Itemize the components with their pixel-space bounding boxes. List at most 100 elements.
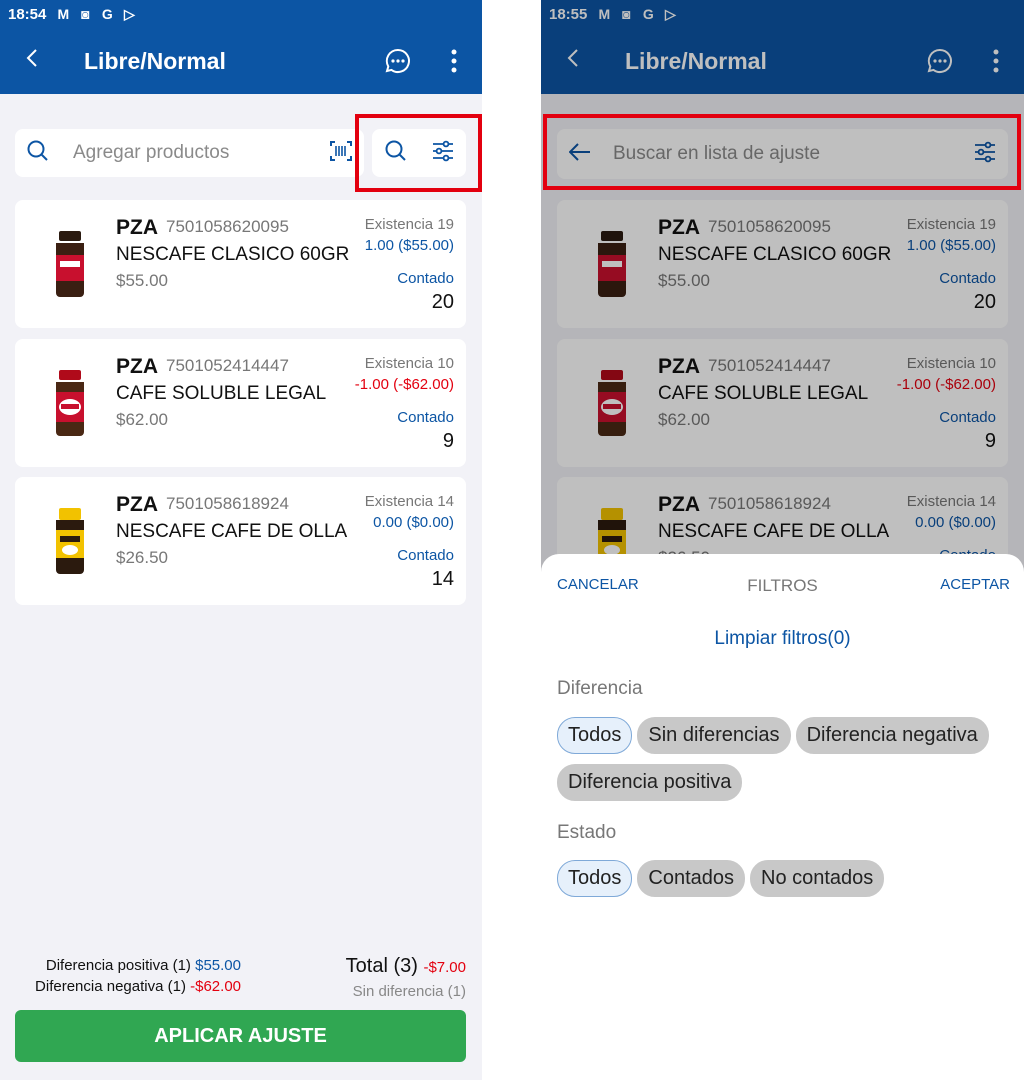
product-difference: 1.00 ($55.00) xyxy=(906,237,996,254)
accept-button[interactable]: ACEPTAR xyxy=(940,576,1010,593)
product-difference: 0.00 ($0.00) xyxy=(915,514,996,531)
chip-no-diff[interactable]: Sin diferencias xyxy=(637,717,791,754)
counted-label: Contado xyxy=(397,270,454,287)
product-name: CAFE SOLUBLE LEGAL xyxy=(116,383,327,404)
chip-diff-all[interactable]: Todos xyxy=(557,717,633,754)
product-stock: Existencia 10 xyxy=(364,355,454,372)
app-a-icon: ◙ xyxy=(81,5,90,22)
screen-list: 18:54 M ◙ G ▷ Libre/Normal Agregar produ… xyxy=(0,0,482,1080)
search-icon xyxy=(27,140,49,167)
product-price: $55.00 xyxy=(658,271,710,290)
negative-diff-line: Diferencia negativa (1) -$62.00 xyxy=(35,978,241,995)
product-name: CAFE SOLUBLE LEGAL xyxy=(658,383,869,404)
product-card[interactable]: PZA 7501058618924 NESCAFE CAFE DE OLLA $… xyxy=(15,477,466,605)
counted-label: Contado xyxy=(939,270,996,287)
product-stock: Existencia 14 xyxy=(364,493,454,510)
cafe-legal-jar-image xyxy=(577,361,647,445)
chip-status-all[interactable]: Todos xyxy=(557,860,633,897)
chat-icon[interactable] xyxy=(370,48,426,74)
product-card[interactable]: PZA 7501052414447 CAFE SOLUBLE LEGAL $62… xyxy=(557,339,1008,467)
product-name: NESCAFE CLASICO 60GR xyxy=(116,244,350,265)
product-unit: PZA xyxy=(116,355,158,378)
difference-section-label: Diferencia xyxy=(557,678,643,699)
back-icon[interactable] xyxy=(541,48,605,74)
barcode-scan-icon[interactable] xyxy=(330,140,352,166)
clear-filters-button[interactable]: Limpiar filtros(0) xyxy=(541,628,1024,650)
product-sku: 7501058620095 xyxy=(708,217,831,236)
gmail-icon: M xyxy=(57,5,70,22)
product-stock: Existencia 10 xyxy=(906,355,996,372)
product-name: NESCAFE CAFE DE OLLA xyxy=(658,521,890,542)
product-unit: PZA xyxy=(116,493,158,516)
product-stock: Existencia 14 xyxy=(906,493,996,510)
add-products-placeholder: Agregar productos xyxy=(73,142,230,163)
product-stock: Existencia 19 xyxy=(906,216,996,233)
counted-value: 9 xyxy=(984,430,996,452)
product-sku: 7501058618924 xyxy=(166,494,289,513)
counted-label: Contado xyxy=(939,409,996,426)
product-price: $62.00 xyxy=(658,410,710,429)
product-name: NESCAFE CAFE DE OLLA xyxy=(116,521,348,542)
product-sku: 7501058618924 xyxy=(708,494,831,513)
product-sku: 7501058620095 xyxy=(166,217,289,236)
product-card[interactable]: PZA 7501052414447 CAFE SOLUBLE LEGAL $62… xyxy=(15,339,466,467)
product-unit: PZA xyxy=(658,355,700,378)
highlight-box xyxy=(355,114,482,192)
google-icon: G xyxy=(642,5,654,22)
status-bar: 18:54 M ◙ G ▷ xyxy=(0,0,482,28)
highlight-box xyxy=(543,114,1021,190)
apply-adjustment-button[interactable]: APLICAR AJUSTE xyxy=(15,1010,466,1062)
negative-diff-label: Diferencia negativa (1) xyxy=(35,978,186,995)
total-label: Total (3) xyxy=(345,955,418,977)
page-title: Libre/Normal xyxy=(84,47,226,74)
product-unit: PZA xyxy=(658,493,700,516)
positive-diff-line: Diferencia positiva (1) $55.00 xyxy=(46,957,241,974)
product-difference: 0.00 ($0.00) xyxy=(373,514,454,531)
product-difference: -1.00 (-$62.00) xyxy=(896,376,996,393)
chip-negative-diff[interactable]: Diferencia negativa xyxy=(795,717,989,754)
status-section-label: Estado xyxy=(557,822,617,843)
page-title: Libre/Normal xyxy=(625,47,767,74)
add-products-input[interactable]: Agregar productos xyxy=(15,129,364,177)
product-unit: PZA xyxy=(116,216,158,239)
play-store-icon: ▷ xyxy=(664,5,676,22)
screen-filters: 18:55 M ◙ G ▷ Libre/Normal Buscar en lis… xyxy=(541,0,1024,1080)
google-icon: G xyxy=(101,5,113,22)
adjustment-summary: Diferencia positiva (1) $55.00 Diferenci… xyxy=(0,955,482,1005)
status-chips: Todos Contados No contados xyxy=(557,860,1007,897)
difference-chips: Todos Sin diferencias Diferencia negativ… xyxy=(557,717,1007,801)
positive-diff-value: $55.00 xyxy=(195,957,241,974)
product-difference: 1.00 ($55.00) xyxy=(364,237,454,254)
product-price: $55.00 xyxy=(116,271,168,290)
app-bar: Libre/Normal xyxy=(541,28,1024,94)
chip-positive-diff[interactable]: Diferencia positiva xyxy=(557,764,743,801)
product-sku: 7501052414447 xyxy=(166,356,289,375)
filters-sheet: CANCELAR FILTROS ACEPTAR Limpiar filtros… xyxy=(541,554,1024,1080)
product-price: $26.50 xyxy=(116,548,168,567)
counted-value: 20 xyxy=(973,291,996,313)
nescafe-olla-jar-image xyxy=(35,499,105,583)
cafe-legal-jar-image xyxy=(35,361,105,445)
product-name: NESCAFE CLASICO 60GR xyxy=(658,244,892,265)
status-bar: 18:55 M ◙ G ▷ xyxy=(541,0,1024,28)
positive-diff-label: Diferencia positiva (1) xyxy=(45,957,191,974)
product-sku: 7501052414447 xyxy=(708,356,831,375)
chat-icon[interactable] xyxy=(912,48,968,74)
total-value: -$7.00 xyxy=(423,959,466,976)
app-a-icon: ◙ xyxy=(622,5,631,22)
product-unit: PZA xyxy=(658,216,700,239)
counted-label: Contado xyxy=(397,547,454,564)
product-card[interactable]: PZA 7501058620095 NESCAFE CLASICO 60GR $… xyxy=(557,200,1008,328)
counted-value: 9 xyxy=(442,430,454,452)
more-options-icon[interactable] xyxy=(426,49,482,73)
no-diff-label: Sin diferencia (1) xyxy=(352,983,466,1000)
chip-not-counted[interactable]: No contados xyxy=(750,860,885,897)
play-store-icon: ▷ xyxy=(123,5,135,22)
status-time: 18:54 xyxy=(8,5,47,23)
product-card[interactable]: PZA 7501058620095 NESCAFE CLASICO 60GR $… xyxy=(15,200,466,328)
more-options-icon[interactable] xyxy=(968,49,1024,73)
nescafe-clasico-jar-image xyxy=(577,222,647,306)
back-icon[interactable] xyxy=(0,48,64,74)
chip-counted[interactable]: Contados xyxy=(637,860,745,897)
product-price: $62.00 xyxy=(116,410,168,429)
